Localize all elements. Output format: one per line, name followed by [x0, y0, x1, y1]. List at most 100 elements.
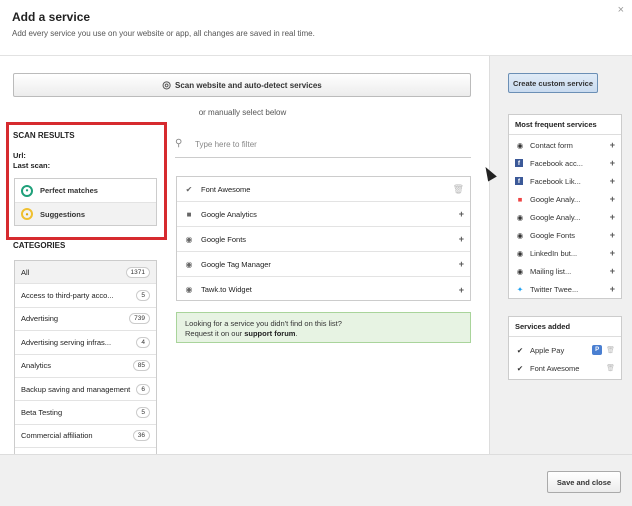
add-icon[interactable]: +	[610, 194, 615, 204]
frequent-service-item[interactable]: ◉ Google Analy... +	[509, 208, 621, 226]
create-custom-service-button[interactable]: Create custom service	[508, 73, 598, 93]
frequent-service-name: Mailing list...	[530, 266, 572, 276]
category-label: Access to third-party acco...	[21, 291, 114, 301]
category-count-badge: 1371	[125, 266, 150, 278]
category-count-badge: 5	[136, 290, 150, 302]
category-count-badge: 739	[129, 313, 150, 325]
check-icon: ✔	[516, 363, 524, 373]
trash-icon[interactable]: 🗑	[606, 346, 615, 354]
category-item[interactable]: Analytics 85	[15, 355, 156, 378]
request-service-notice: Looking for a service you didn't find on…	[176, 312, 471, 343]
service-row[interactable]: ◉ Google Fonts +	[177, 227, 470, 252]
twitter-icon: ✦	[516, 284, 524, 294]
add-icon[interactable]: +	[610, 284, 615, 294]
category-label: Advertising	[21, 314, 59, 324]
privacy-badge[interactable]: P	[592, 345, 603, 355]
facebook-icon: f	[515, 177, 525, 185]
add-icon[interactable]: +	[610, 230, 615, 240]
category-item[interactable]: All 1371	[15, 261, 156, 285]
category-item[interactable]: Advertising 739	[15, 308, 156, 332]
frequent-service-name: Facebook Lik...	[530, 176, 581, 186]
category-item[interactable]: Advertising serving infras... 4	[15, 331, 156, 355]
frequent-services-title: Most frequent services	[509, 115, 621, 135]
frequent-service-name: Google Analy...	[530, 212, 581, 222]
category-label: Beta Testing	[21, 408, 63, 418]
category-item[interactable]: Commercial affiliation 36	[15, 425, 156, 449]
category-label: Commercial affiliation	[21, 431, 93, 441]
suggestions-label: Suggestions	[40, 209, 86, 219]
google-icon: ■	[186, 209, 192, 219]
trash-icon[interactable]: 🗑	[453, 184, 464, 195]
category-count-badge: 85	[132, 360, 150, 372]
add-icon[interactable]: +	[610, 212, 615, 222]
search-icon: ⚲	[175, 138, 183, 149]
frequent-service-item[interactable]: ◉ Contact form +	[509, 136, 621, 154]
dialog-header: Add a service Add every service you use …	[0, 0, 632, 56]
category-label: Advertising serving infras...	[21, 337, 112, 347]
frequent-service-name: Contact form	[530, 140, 573, 150]
scan-last-scan-label: Last scan:	[13, 161, 51, 170]
frequent-service-item[interactable]: ◉ LinkedIn but... +	[509, 244, 621, 262]
check-icon: ✔	[516, 345, 524, 355]
service-row[interactable]: ◉ Google Tag Manager +	[177, 252, 470, 277]
add-icon[interactable]: +	[459, 234, 464, 244]
category-label: Backup saving and management	[21, 384, 131, 394]
close-icon[interactable]: ×	[618, 4, 624, 16]
service-name: Font Awesome	[201, 184, 251, 194]
facebook-icon: f	[515, 159, 525, 167]
category-count-badge: 5	[136, 407, 150, 419]
categories-title: CATEGORIES	[13, 241, 66, 250]
trash-icon[interactable]: 🗑	[606, 364, 615, 372]
category-item[interactable]: Beta Testing 5	[15, 401, 156, 425]
frequent-service-name: LinkedIn but...	[530, 248, 578, 258]
filter-input[interactable]	[195, 136, 471, 152]
frequent-service-item[interactable]: ◉ Mailing list... +	[509, 262, 621, 280]
frequent-service-item[interactable]: ■ Google Analy... +	[509, 190, 621, 208]
add-icon[interactable]: +	[610, 176, 615, 186]
category-count-badge: 4	[136, 336, 150, 348]
notice-line-2: Request it on our support forum.	[185, 329, 462, 339]
services-added-title: Services added	[509, 317, 621, 337]
check-icon: ✔	[185, 184, 193, 194]
category-item[interactable]: Access to third-party acco... 5	[15, 284, 156, 308]
add-icon[interactable]: +	[459, 209, 464, 219]
service-generic-icon: ◉	[516, 248, 524, 258]
support-forum-link[interactable]: support forum	[244, 329, 295, 338]
add-icon[interactable]: +	[610, 248, 615, 258]
scan-icon: ◎	[162, 79, 171, 91]
save-and-close-button[interactable]: Save and close	[547, 471, 621, 493]
service-generic-icon: ◉	[185, 259, 193, 269]
service-row[interactable]: ■ Google Analytics +	[177, 202, 470, 227]
notice-prefix: Request it on our	[185, 329, 245, 338]
category-item[interactable]: Backup saving and management 6	[15, 378, 156, 402]
frequent-services-panel: Most frequent services ◉ Contact form + fF…	[508, 114, 622, 299]
service-row[interactable]: ◉ Tawk.to Widget +	[177, 277, 470, 302]
services-added-panel: Services added ✔ Apple Pay P 🗑 ✔ Font Awesom…	[508, 316, 622, 380]
add-icon[interactable]: +	[459, 259, 464, 269]
scan-button-label: Scan website and auto-detect services	[175, 80, 322, 90]
frequent-service-item[interactable]: f Facebook acc... +	[509, 154, 621, 172]
service-row[interactable]: ✔ Font Awesome 🗑	[177, 177, 470, 202]
dialog-title: Add a service	[12, 10, 91, 24]
suggestions-item[interactable]: • Suggestions	[15, 202, 156, 225]
category-count-badge: 36	[132, 430, 150, 442]
category-label: Analytics	[21, 361, 52, 371]
category-count-badge: 6	[136, 383, 150, 395]
frequent-service-name: Twitter Twee...	[530, 284, 579, 294]
notice-suffix: .	[295, 329, 298, 338]
add-icon[interactable]: +	[610, 140, 615, 150]
frequent-service-item[interactable]: ◉ Google Fonts +	[509, 226, 621, 244]
add-icon[interactable]: +	[610, 158, 615, 168]
add-icon[interactable]: +	[459, 285, 464, 295]
add-icon[interactable]: +	[610, 266, 615, 276]
frequent-service-item[interactable]: ✦ Twitter Twee... +	[509, 280, 621, 298]
frequent-service-name: Google Analy...	[530, 194, 581, 204]
frequent-service-item[interactable]: f Facebook Lik... +	[509, 172, 621, 190]
services-list: ✔ Font Awesome 🗑 ■ Google Analytics + ◉ …	[176, 176, 471, 301]
added-service-item: ✔ Font Awesome 🗑	[509, 359, 621, 377]
service-generic-icon: ◉	[516, 266, 524, 276]
service-generic-icon: ◉	[516, 212, 524, 222]
perfect-matches-item[interactable]: • Perfect matches	[15, 179, 156, 202]
scan-website-button[interactable]: ◎ Scan website and auto-detect services	[13, 73, 471, 97]
added-service-name: Font Awesome	[530, 363, 580, 373]
